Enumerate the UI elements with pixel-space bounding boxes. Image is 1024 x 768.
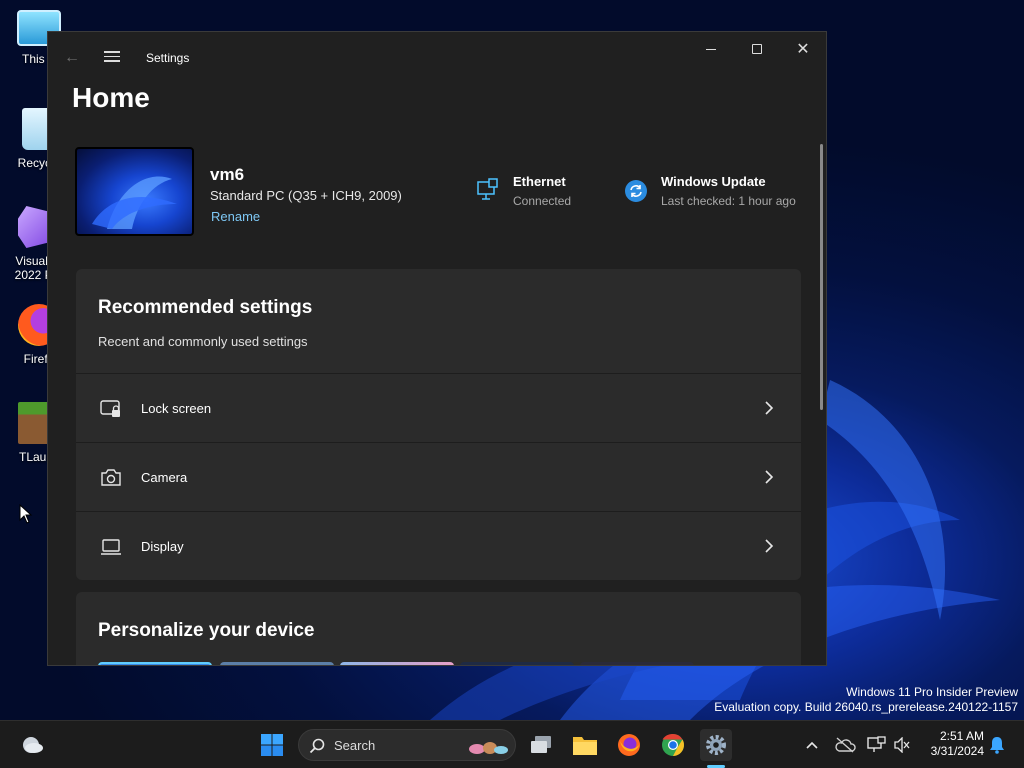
windows-logo-icon [261, 734, 283, 756]
settings-window: ← Settings ✕ Home vm6 Standard PC (Q35 +… [47, 31, 827, 666]
ethernet-icon[interactable] [476, 178, 500, 202]
recommended-subtitle: Recent and commonly used settings [98, 334, 308, 349]
scrollbar-thumb[interactable] [820, 144, 823, 410]
device-spec: Standard PC (Q35 + ICH9, 2009) [210, 188, 402, 203]
lock-screen-icon [100, 400, 120, 417]
update-status-text: Last checked: 1 hour ago [661, 194, 796, 208]
rename-link[interactable]: Rename [211, 209, 260, 224]
page-title: Home [72, 82, 150, 113]
clock[interactable]: 2:51 AM 3/31/2024 [924, 729, 984, 759]
camera-icon [101, 469, 121, 486]
clock-date: 3/31/2024 [930, 744, 984, 758]
chevron-up-icon[interactable] [796, 729, 828, 761]
recommended-item-label: Camera [141, 470, 188, 485]
evaluation-watermark: Windows 11 Pro Insider Preview Evaluatio… [714, 685, 1018, 715]
settings-taskbar-icon[interactable] [700, 729, 732, 761]
onedrive-off-icon[interactable] [829, 729, 861, 761]
network-status-text: Connected [513, 194, 572, 208]
theme-thumbnail[interactable] [580, 662, 694, 665]
chevron-right-icon [765, 470, 774, 484]
gear-icon [706, 735, 726, 755]
mouse-pointer-icon [19, 504, 33, 524]
close-icon: ✕ [796, 41, 810, 58]
theme-thumbnail[interactable] [220, 662, 334, 665]
back-arrow-icon[interactable]: ← [62, 48, 82, 68]
recommended-item-label: Lock screen [141, 401, 212, 416]
maximize-icon [752, 44, 762, 54]
window-title: Settings [146, 51, 190, 65]
clock-time: 2:51 AM [939, 729, 984, 743]
update-status-title[interactable]: Windows Update [661, 174, 766, 189]
search-label: Search [334, 738, 376, 753]
bloom-wallpaper-icon [92, 176, 177, 229]
maximize-button[interactable] [734, 32, 780, 66]
notification-bell-icon[interactable] [981, 729, 1013, 761]
close-button[interactable]: ✕ [780, 32, 826, 66]
theme-thumbnail[interactable] [460, 662, 574, 665]
theme-thumbnail[interactable] [98, 662, 212, 665]
file-explorer-icon[interactable] [569, 729, 601, 761]
title-bar[interactable]: ← Settings ✕ [48, 32, 826, 84]
minimize-icon [706, 48, 716, 50]
network-status-title[interactable]: Ethernet [513, 174, 566, 189]
device-wallpaper-thumbnail[interactable] [75, 147, 194, 236]
recommended-settings-card: Recommended settings Recent and commonly… [76, 269, 801, 580]
personalize-title: Personalize your device [98, 620, 315, 641]
personalize-card: Personalize your device [76, 592, 801, 665]
watermark-line-build: Evaluation copy. Build 26040.rs_prerelea… [714, 700, 1018, 714]
recommended-item-label: Display [141, 539, 184, 554]
firefox-icon[interactable] [613, 729, 645, 761]
recommended-title: Recommended settings [98, 297, 313, 318]
device-name: vm6 [210, 165, 245, 184]
task-view-icon[interactable] [525, 729, 557, 761]
watermark-line-edition: Windows 11 Pro Insider Preview [846, 685, 1018, 699]
chevron-right-icon [765, 539, 774, 553]
taskbar-search[interactable]: Search [298, 729, 516, 761]
recommended-item-camera[interactable]: Camera [76, 443, 801, 512]
recommended-item-lock-screen[interactable]: Lock screen [76, 374, 801, 443]
search-icon [309, 738, 325, 754]
taskbar: Search 2:51 AM 3/31/2024 [0, 720, 1024, 768]
minimize-button[interactable] [688, 32, 734, 66]
recommended-item-display[interactable]: Display [76, 512, 801, 581]
weather-widget-icon[interactable] [16, 729, 48, 761]
laptop-icon [101, 539, 121, 555]
theme-thumbnail[interactable] [340, 662, 454, 665]
chevron-right-icon [765, 401, 774, 415]
search-highlight-icon [469, 742, 508, 754]
start-button[interactable] [256, 729, 288, 761]
volume-muted-icon[interactable] [886, 729, 918, 761]
chrome-icon[interactable] [657, 729, 689, 761]
windows-update-icon[interactable] [624, 179, 648, 203]
hamburger-menu-icon[interactable] [102, 48, 122, 68]
